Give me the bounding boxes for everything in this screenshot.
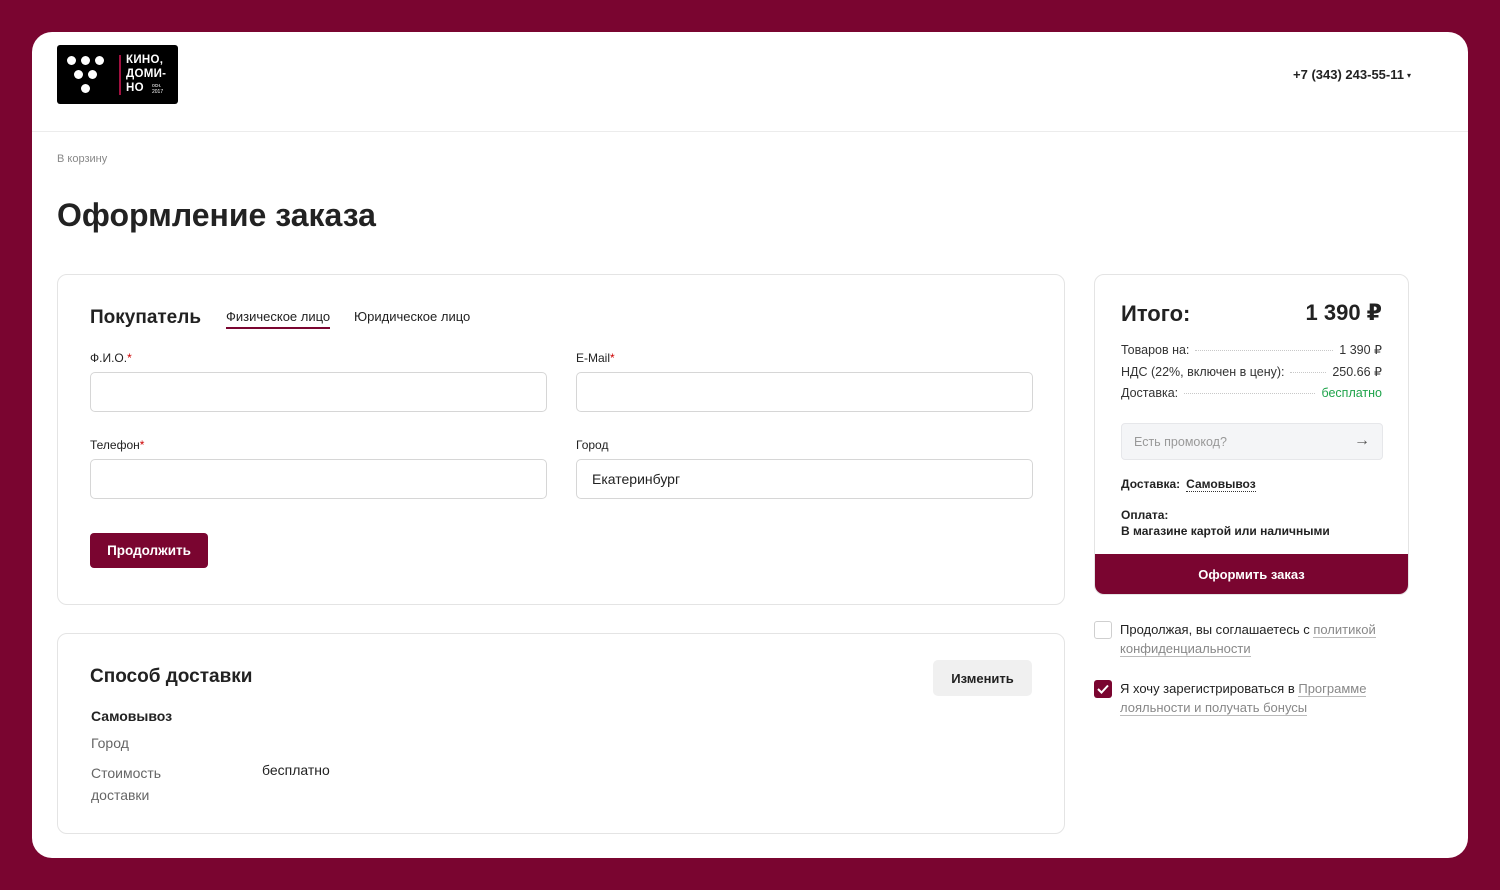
summary-row-vat: НДС (22%, включен в цену): 250.66 ₽: [1121, 364, 1382, 379]
logo-est-year: 2017: [152, 89, 164, 95]
logo-dot: [95, 56, 104, 65]
shipping-info: Доставка: Самовывоз: [1121, 477, 1256, 492]
shipping-method-link[interactable]: Самовывоз: [1186, 477, 1256, 492]
privacy-consent-text: Продолжая, вы соглашаетесь с политикой к…: [1120, 620, 1400, 658]
row-label: Доставка:: [1121, 386, 1179, 400]
promo-code-input[interactable]: Есть промокод? →: [1121, 423, 1383, 460]
email-label: E-Mail*: [576, 351, 615, 365]
name-label-text: Ф.И.О.: [90, 351, 128, 365]
phone-label-text: Телефон: [90, 438, 140, 452]
privacy-checkbox[interactable]: [1094, 621, 1112, 639]
logo-text-line-1: КИНО,: [126, 54, 164, 66]
logo-dot: [74, 70, 83, 79]
summary-row-items: Товаров на: 1 390 ₽: [1121, 342, 1382, 357]
change-delivery-button[interactable]: Изменить: [933, 660, 1032, 696]
tab-legal-entity[interactable]: Юридическое лицо: [354, 309, 470, 324]
logo-est: осн. 2017: [152, 83, 163, 95]
logo[interactable]: КИНО, ДОМИ- НО осн. 2017: [57, 45, 178, 104]
required-mark: *: [127, 351, 132, 365]
caret-down-icon: ▾: [1406, 71, 1411, 81]
row-value: 1 390 ₽: [1339, 343, 1382, 357]
row-leader: [1184, 393, 1316, 394]
logo-separator: [119, 55, 121, 95]
phone-dropdown[interactable]: +7 (343) 243-55-11 ▾: [1293, 67, 1411, 82]
row-value: бесплатно: [1321, 386, 1382, 400]
delivery-cost-value: бесплатно: [262, 762, 330, 778]
check-icon: [1097, 684, 1109, 694]
logo-text-line-3: НО: [126, 82, 144, 94]
logo-dot: [81, 56, 90, 65]
delivery-method: Самовывоз: [91, 708, 173, 724]
required-mark: *: [139, 438, 145, 452]
logo-dot: [67, 56, 76, 65]
tab-individual[interactable]: Физическое лицо: [226, 309, 331, 329]
page-frame: КИНО, ДОМИ- НО осн. 2017 +7 (343) 243-55…: [32, 32, 1468, 858]
phone-input[interactable]: [90, 459, 547, 499]
city-input[interactable]: [576, 459, 1033, 499]
required-mark: *: [610, 351, 615, 365]
delivery-city-label: Город: [91, 735, 129, 751]
summary-row-delivery: Доставка: бесплатно: [1121, 386, 1382, 400]
loyalty-checkbox[interactable]: [1094, 680, 1112, 698]
logo-dot: [81, 84, 90, 93]
logo-text-line-2: ДОМИ-: [126, 68, 167, 80]
payment-value: В магазине картой или наличными: [1121, 524, 1330, 538]
continue-button[interactable]: Продолжить: [90, 533, 208, 568]
loyalty-text: Я хочу зарегистрироваться в: [1120, 681, 1299, 696]
row-leader: [1290, 372, 1327, 373]
breadcrumb-back-to-cart[interactable]: В корзину: [57, 153, 107, 165]
phone-number: +7 (343) 243-55-11: [1293, 67, 1404, 82]
page-title: Оформление заказа: [57, 197, 376, 233]
place-order-button[interactable]: Оформить заказ: [1095, 554, 1408, 594]
name-label: Ф.И.О.*: [90, 351, 132, 365]
delivery-heading: Способ доставки: [90, 666, 253, 687]
order-summary: Итого: 1 390 ₽ Товаров на: 1 390 ₽ НДС (…: [1094, 274, 1409, 595]
loyalty-consent-text: Я хочу зарегистрироваться в Программе ло…: [1120, 679, 1400, 717]
delivery-cost-label: Стоимость доставки: [91, 765, 162, 803]
row-leader: [1195, 350, 1334, 351]
delivery-card: Способ доставки Изменить Самовывоз Город…: [57, 633, 1065, 834]
payment-label: Оплата:: [1121, 508, 1169, 522]
buyer-card: Покупатель Физическое лицо Юридическое л…: [57, 274, 1065, 605]
summary-title: Итого:: [1121, 301, 1191, 326]
header: КИНО, ДОМИ- НО осн. 2017 +7 (343) 243-55…: [32, 32, 1468, 132]
summary-total: 1 390 ₽: [1305, 300, 1382, 325]
row-label: НДС (22%, включен в цену):: [1121, 365, 1285, 379]
row-label: Товаров на:: [1121, 343, 1190, 357]
buyer-heading: Покупатель: [90, 307, 202, 328]
logo-dot: [88, 70, 97, 79]
city-label: Город: [576, 438, 609, 452]
email-input[interactable]: [576, 372, 1033, 412]
promo-placeholder: Есть промокод?: [1134, 435, 1227, 449]
row-value: 250.66 ₽: [1332, 365, 1382, 379]
shipping-label: Доставка:: [1121, 477, 1181, 491]
email-label-text: E-Mail: [576, 351, 611, 365]
privacy-text: Продолжая, вы соглашаетесь с: [1120, 622, 1314, 637]
phone-label: Телефон*: [90, 438, 144, 452]
arrow-right-icon[interactable]: →: [1354, 432, 1370, 450]
payment-info: Оплата: В магазине картой или наличными: [1121, 507, 1330, 539]
name-input[interactable]: [90, 372, 547, 412]
